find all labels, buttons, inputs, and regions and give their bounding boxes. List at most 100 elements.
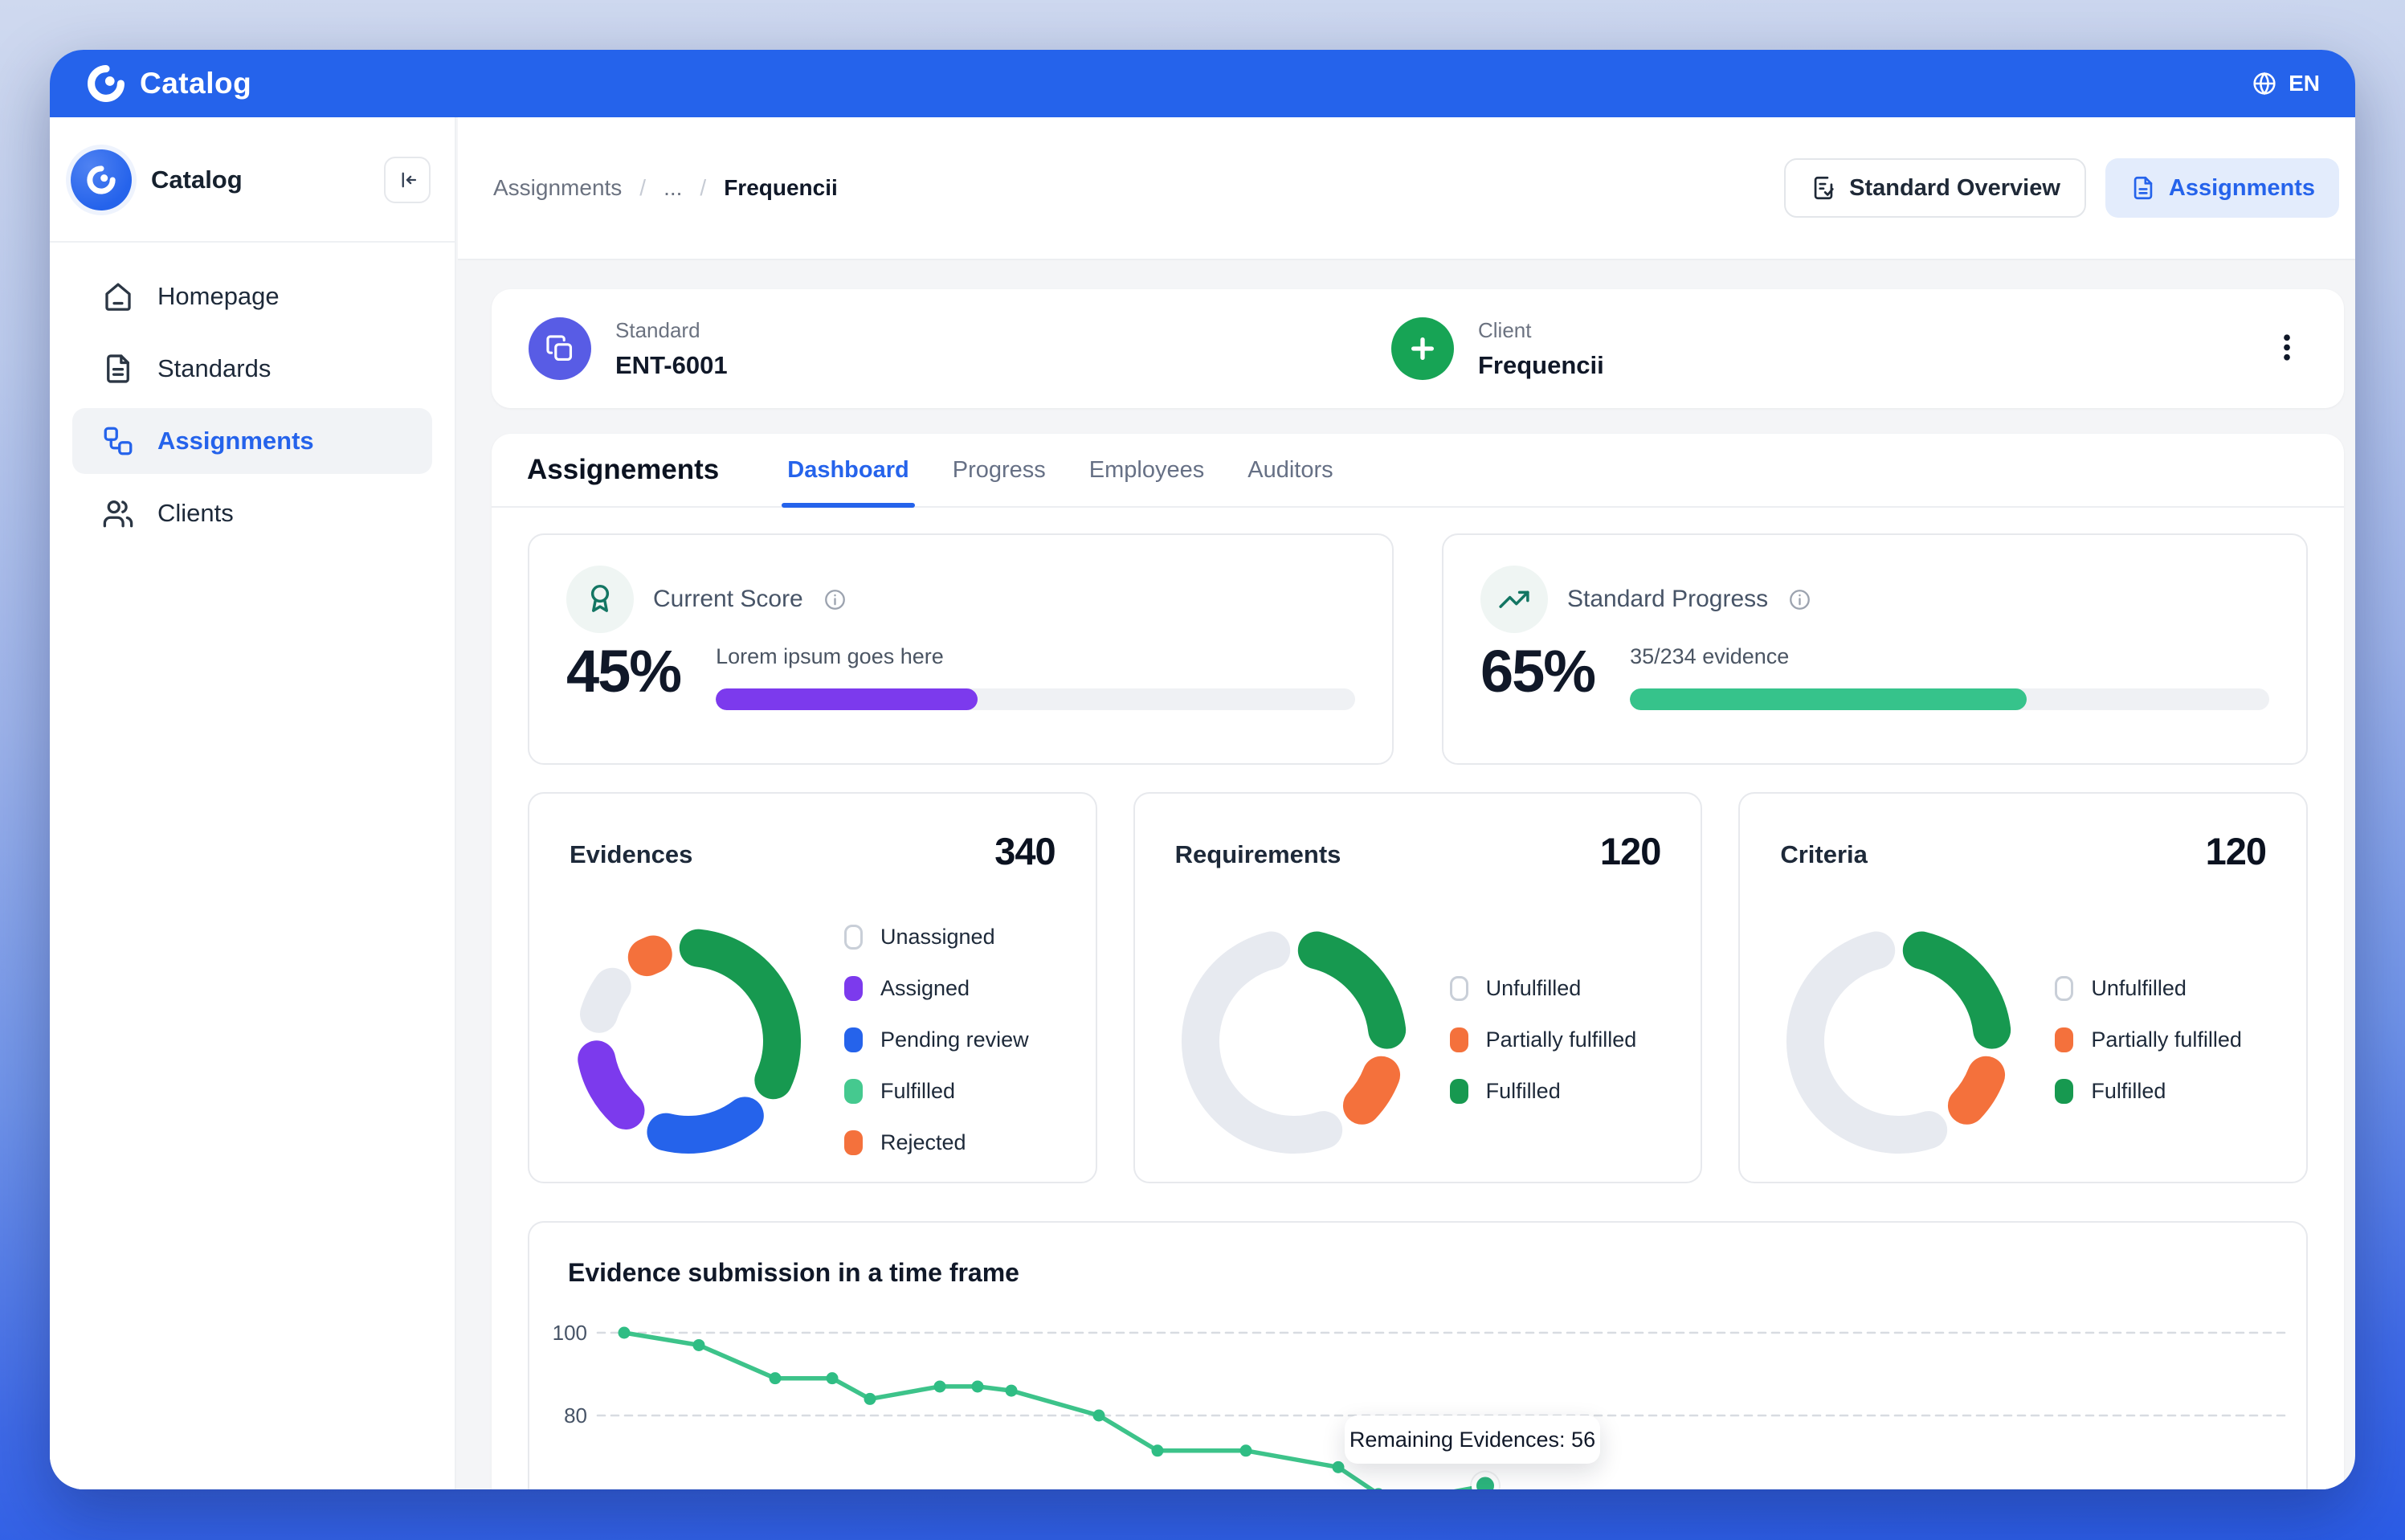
legend-label: Fulfilled [1486, 1079, 1561, 1104]
info-icon[interactable] [1787, 587, 1812, 612]
legend-item: Assigned [844, 962, 1029, 1014]
tab-dashboard[interactable]: Dashboard [766, 434, 930, 506]
home-icon [101, 280, 135, 313]
trending-up-icon [1496, 582, 1532, 617]
sidebar-item-standards[interactable]: Standards [72, 336, 432, 402]
clipboard-check-icon [1810, 174, 1837, 202]
line-chart-card: Evidence submission in a time frame 1008… [528, 1221, 2308, 1489]
main-area: Assignments / ... / Frequencii Standard … [458, 117, 2355, 1489]
donut-legend: Unfulfilled Partially fulfilled Fulfilled [1450, 962, 1637, 1117]
app-window: Catalog EN Catalog Homepage Standards Assi… [50, 50, 2355, 1489]
legend-label: Fulfilled [2091, 1079, 2166, 1104]
header-actions: Standard Overview Assignments [1784, 158, 2339, 218]
sidebar-item-clients[interactable]: Clients [72, 480, 432, 546]
collapse-sidebar-button[interactable] [384, 157, 431, 203]
breadcrumb-root[interactable]: Assignments [493, 175, 622, 201]
workspace-avatar[interactable] [71, 149, 132, 210]
sidebar: Catalog Homepage Standards Assignments Clie… [50, 117, 456, 1489]
donut-legend: UnfulfilledPartially fulfilledFulfilled [2055, 962, 2242, 1117]
entity-menu-button[interactable] [2262, 323, 2312, 375]
entity-card: Standard ENT-6001 Client Frequencii [492, 289, 2344, 408]
donut-card-requirements: Requirements120UnfulfilledPartially fulf… [1133, 792, 1703, 1183]
standard-entity: Standard ENT-6001 [529, 317, 728, 380]
donut-card-total: 340 [994, 829, 1055, 873]
legend-label: Assigned [880, 976, 970, 1001]
donut-row: Evidences340UnassignedAssignedPending re… [528, 792, 2308, 1183]
donut-segment-unfulfilled [1806, 950, 1929, 1135]
donut-segment-unassigned [599, 986, 613, 1014]
legend-item: Fulfilled [2055, 1065, 2242, 1117]
donut-segment-fulfilled [1922, 950, 1992, 1030]
topbar: Catalog EN [50, 50, 2355, 117]
legend-swatch [844, 1079, 863, 1104]
tab-auditors[interactable]: Auditors [1226, 434, 1354, 506]
legend-swatch [2055, 1079, 2073, 1104]
standard-progress-title: Standard Progress [1567, 586, 1768, 613]
kpi-row: Current Score 45% Lorem ipsum goes here [528, 533, 2308, 765]
assignments-button[interactable]: Assignments [2105, 158, 2339, 218]
donut-card-title: Criteria [1780, 840, 1868, 869]
document-icon [2129, 174, 2157, 202]
current-score-progress-fill [716, 688, 978, 710]
donut-card-criteria: Criteria 120 UnfulfilledPartially fulfille… [1738, 792, 2308, 1183]
breadcrumb-separator: / [700, 175, 706, 201]
sidebar-item-label: Homepage [157, 282, 280, 311]
workspace-name: Catalog [151, 165, 365, 194]
brand: Catalog [85, 63, 251, 104]
donut-card-total: 120 [2206, 829, 2266, 873]
users-icon [101, 496, 135, 530]
donut-legend: UnassignedAssignedPending reviewFulfille… [844, 911, 1029, 1168]
tab-progress[interactable]: Progress [931, 434, 1068, 506]
brand-logo-icon [85, 63, 127, 104]
donut-segment-pending-review [666, 1116, 745, 1135]
legend-item: Unfulfilled [1450, 962, 1637, 1014]
legend-item: Unassigned [844, 911, 1029, 962]
globe-icon [2251, 70, 2278, 97]
legend-swatch [1450, 976, 1468, 1001]
desktop-background: Catalog EN Catalog Homepage Standards Assi… [0, 0, 2405, 1540]
donut-card-total: 120 [1600, 829, 1660, 873]
breadcrumb-ellipsis[interactable]: ... [664, 175, 682, 201]
standard-progress-track [1630, 688, 2269, 710]
info-icon[interactable] [823, 587, 847, 612]
donut-segment-fulfilled [1317, 950, 1386, 1030]
client-value: Frequencii [1478, 351, 1604, 380]
current-score-title: Current Score [653, 586, 803, 613]
legend-label: Unassigned [880, 925, 995, 950]
svg-text:100: 100 [553, 1321, 587, 1345]
copy-icon [545, 333, 575, 364]
donut-segment-assigned [597, 1060, 626, 1111]
tab-employees[interactable]: Employees [1068, 434, 1226, 506]
legend-label: Partially fulfilled [1486, 1027, 1637, 1052]
page-header: Assignments / ... / Frequencii Standard … [458, 117, 2355, 260]
legend-swatch [844, 1130, 863, 1155]
standard-progress-note: 35/234 evidence [1630, 644, 2269, 669]
donut-segment-fulfilled [698, 948, 782, 1080]
legend-label: Rejected [880, 1130, 966, 1155]
sidebar-item-homepage[interactable]: Homepage [72, 263, 432, 329]
breadcrumb-current: Frequencii [724, 175, 838, 201]
kebab-menu-icon [2270, 331, 2304, 365]
legend-item: Unfulfilled [2055, 962, 2242, 1014]
breadcrumb-separator: / [639, 175, 646, 201]
breadcrumb: Assignments / ... / Frequencii [493, 175, 838, 201]
chart-tooltip: Remaining Evidences: 56 [1345, 1415, 1600, 1464]
standard-progress-card: Standard Progress 65% 35/234 evidence [1442, 533, 2308, 765]
language-label: EN [2289, 71, 2320, 96]
trending-up-icon-wrap [1480, 566, 1548, 633]
sidebar-item-label: Standards [157, 354, 271, 383]
legend-item: Rejected [844, 1117, 1029, 1168]
brand-name: Catalog [140, 67, 251, 100]
donut-card-title: Evidences [570, 840, 692, 869]
workspace-row: Catalog [50, 117, 455, 210]
sidebar-item-assignments[interactable]: Assignments [72, 408, 432, 474]
legend-swatch [844, 976, 863, 1001]
donut-segment-partially-fulfilled [1362, 1075, 1381, 1105]
donut-chart [1166, 913, 1423, 1170]
client-avatar [1391, 317, 1454, 380]
legend-swatch [1450, 1079, 1468, 1104]
standard-overview-button[interactable]: Standard Overview [1784, 158, 2086, 218]
donut-chart [1770, 913, 2027, 1170]
sidebar-item-label: Assignments [157, 427, 314, 455]
language-switcher[interactable]: EN [2251, 70, 2320, 97]
